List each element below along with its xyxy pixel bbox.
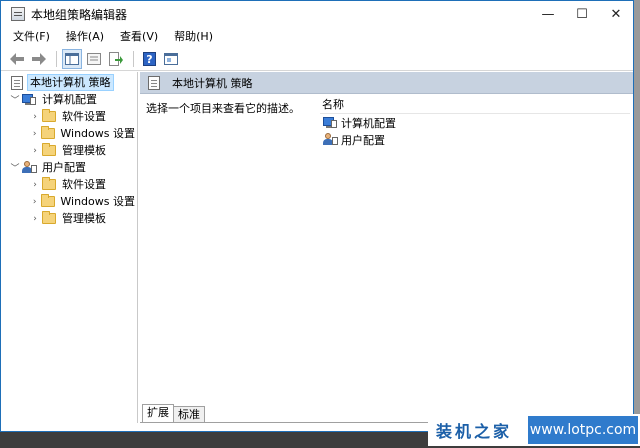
toolbar: ? (1, 47, 633, 71)
console-tree: 本地计算机 策略 ﹀ 计算机配置 › 软件设置 › Windows 设置 › 管… (5, 72, 138, 423)
tree-item-admin-templates[interactable]: › 管理模板 (5, 210, 137, 227)
window-icon (164, 52, 178, 65)
folder-icon (41, 177, 57, 192)
list-item-user-config[interactable]: 用户配置 (320, 131, 630, 148)
menu-help[interactable]: 帮助(H) (166, 27, 221, 47)
properties-button[interactable] (84, 49, 104, 69)
tree-item-label: Windows 设置 (60, 127, 135, 140)
help-icon: ? (142, 51, 156, 66)
list-item-label: 用户配置 (341, 133, 385, 147)
policy-icon (9, 75, 25, 90)
toolbar-separator (56, 50, 57, 67)
folder-icon (40, 194, 55, 209)
tree-user-config[interactable]: ﹀ 用户配置 (5, 159, 137, 176)
pane-header: 本地计算机 策略 (140, 72, 633, 94)
folder-icon (41, 211, 57, 226)
maximize-button[interactable]: ☐ (565, 1, 599, 27)
console-tree-icon (65, 52, 79, 65)
export-icon (109, 51, 123, 66)
chevron-right-icon[interactable]: › (29, 129, 40, 139)
tree-item-windows-settings[interactable]: › Windows 设置 (5, 125, 137, 142)
tree-computer-config[interactable]: ﹀ 计算机配置 (5, 91, 137, 108)
chevron-right-icon[interactable]: › (29, 214, 41, 224)
watermark-text: 装机之家 (436, 422, 513, 441)
chevron-down-icon[interactable]: ﹀ (9, 93, 21, 106)
tree-item-label: 管理模板 (62, 144, 106, 157)
gpedit-window: 本地组策略编辑器 — ☐ ✕ 文件(F) 操作(A) 查看(V) 帮助(H) ? (0, 0, 634, 432)
forward-button[interactable] (29, 49, 49, 69)
tree-item-label: Windows 设置 (60, 195, 135, 208)
main-area: 本地计算机 策略 ﹀ 计算机配置 › 软件设置 › Windows 设置 › 管… (1, 72, 633, 423)
item-list: 名称 计算机配置 用户配置 (320, 96, 630, 148)
tree-computer-label: 计算机配置 (42, 93, 97, 106)
column-header-name[interactable]: 名称 (320, 96, 630, 114)
tree-user-label: 用户配置 (42, 161, 86, 174)
chevron-right-icon[interactable]: › (29, 197, 40, 207)
tree-item-software-settings[interactable]: › 软件设置 (5, 108, 137, 125)
view-tabs: 扩展 标准 (142, 404, 205, 422)
chevron-right-icon[interactable]: › (29, 146, 41, 156)
svg-text:?: ? (146, 53, 152, 66)
tree-item-label: 软件设置 (62, 110, 106, 123)
tree-item-software-settings[interactable]: › 软件设置 (5, 176, 137, 193)
list-icon (87, 52, 101, 65)
show-hide-tree-button[interactable] (62, 48, 82, 69)
close-button[interactable]: ✕ (599, 1, 633, 27)
tree-item-windows-settings[interactable]: › Windows 设置 (5, 193, 137, 210)
chevron-down-icon[interactable]: ﹀ (9, 161, 21, 174)
tree-root[interactable]: 本地计算机 策略 (5, 74, 137, 91)
details-pane: 本地计算机 策略 选择一个项目来查看它的描述。 名称 计算机配置 用户配置 扩展… (140, 72, 633, 423)
watermark-url: www.lotpc.com (528, 416, 638, 444)
user-icon (21, 161, 37, 175)
watermark: 装机之家 www.lotpc.com (428, 414, 640, 446)
menu-file[interactable]: 文件(F) (5, 27, 58, 47)
list-item-computer-config[interactable]: 计算机配置 (320, 114, 630, 131)
description-text: 选择一个项目来查看它的描述。 (146, 102, 300, 115)
export-list-button[interactable] (106, 49, 126, 69)
folder-icon (41, 109, 57, 124)
tab-standard[interactable]: 标准 (173, 406, 205, 422)
title-bar: 本地组策略编辑器 — ☐ ✕ (1, 1, 633, 27)
tree-item-label: 管理模板 (62, 212, 106, 225)
list-item-label: 计算机配置 (341, 116, 396, 130)
back-button[interactable] (7, 49, 27, 69)
user-icon (322, 133, 338, 147)
window-title: 本地组策略编辑器 (31, 7, 128, 22)
tree-root-label: 本地计算机 策略 (27, 74, 114, 91)
menu-action[interactable]: 操作(A) (58, 27, 112, 47)
view-button[interactable] (161, 49, 181, 69)
pane-title: 本地计算机 策略 (172, 76, 253, 90)
forward-arrow-icon (32, 52, 46, 65)
menu-view[interactable]: 查看(V) (112, 27, 166, 47)
folder-icon (40, 126, 55, 141)
menu-bar: 文件(F) 操作(A) 查看(V) 帮助(H) (1, 27, 633, 47)
folder-icon (41, 143, 57, 158)
help-button[interactable]: ? (139, 49, 159, 69)
toolbar-separator (133, 50, 134, 67)
tab-extended[interactable]: 扩展 (142, 404, 174, 422)
chevron-right-icon[interactable]: › (29, 112, 41, 122)
chevron-right-icon[interactable]: › (29, 180, 41, 190)
tree-item-label: 软件设置 (62, 178, 106, 191)
policy-icon (146, 75, 162, 90)
tree-item-admin-templates[interactable]: › 管理模板 (5, 142, 137, 159)
computer-icon (21, 93, 37, 107)
minimize-button[interactable]: — (531, 1, 565, 27)
computer-icon (322, 116, 338, 130)
policy-app-icon (11, 7, 25, 21)
back-arrow-icon (10, 52, 24, 65)
